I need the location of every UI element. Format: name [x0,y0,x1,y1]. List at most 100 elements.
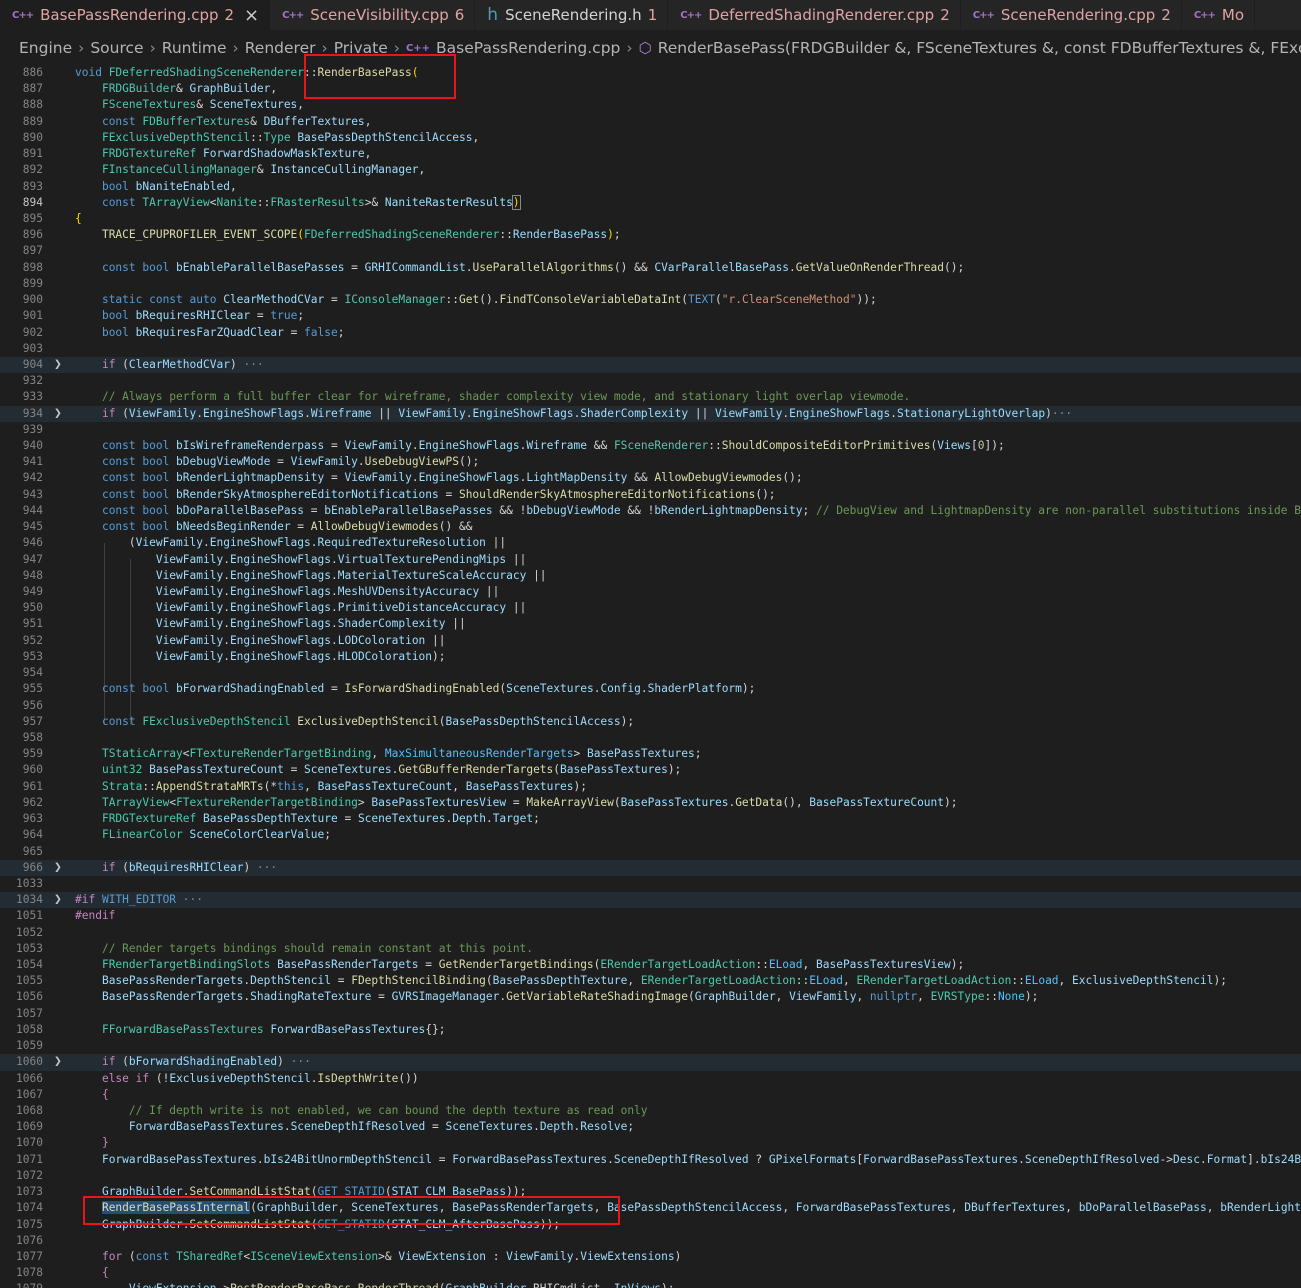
breadcrumb-file[interactable]: BasePassRendering.cpp [436,39,620,57]
fold-chevron-icon[interactable]: ❯ [54,357,62,373]
code-line[interactable]: 890 FExclusiveDepthStencil::Type BasePas… [0,130,1301,146]
breadcrumb-item-engine[interactable]: Engine [19,39,72,57]
code-line[interactable]: 940 const bool bIsWireframeRenderpass = … [0,438,1301,454]
code-line[interactable]: 946 (ViewFamily.EngineShowFlags.Required… [0,535,1301,551]
code-line[interactable]: 1059 [0,1038,1301,1054]
code-line[interactable]: 951 ViewFamily.EngineShowFlags.ShaderCom… [0,616,1301,632]
code-line[interactable]: 1056 BasePassRenderTargets.ShadingRateTe… [0,989,1301,1005]
breadcrumb-item-private[interactable]: Private [334,39,388,57]
code-line[interactable]: 1071 ForwardBasePassTextures.bIs24BitUno… [0,1152,1301,1168]
code-line[interactable]: 889 const FDBufferTextures& DBufferTextu… [0,114,1301,130]
code-line[interactable]: 901 bool bRequiresRHIClear = true; [0,308,1301,324]
fold-chevron-icon[interactable]: ❯ [54,1054,62,1070]
code-line[interactable]: 1068 // If depth write is not enabled, w… [0,1103,1301,1119]
code-line[interactable]: 1072 [0,1168,1301,1184]
code-editor[interactable]: 886 void FDeferredShadingSceneRenderer::R… [0,65,1301,1288]
breadcrumb-item-runtime[interactable]: Runtime [162,39,227,57]
code-line[interactable]: 954 [0,665,1301,681]
folded-ellipsis[interactable]: ··· [176,893,203,906]
code-line[interactable]: 1074 RenderBasePassInternal(GraphBuilder… [0,1200,1301,1216]
code-line[interactable]: 934 ❯ if (ViewFamily.EngineShowFlags.Wire… [0,405,1301,422]
code-line[interactable]: 945 const bool bNeedsBeginRender = Allow… [0,519,1301,535]
code-line[interactable]: 893 bool bNaniteEnabled, [0,179,1301,195]
code-line[interactable]: 887 FRDGBuilder& GraphBuilder, [0,81,1301,97]
code-line[interactable]: 896 TRACE_CPUPROFILER_EVENT_SCOPE(FDefer… [0,227,1301,243]
code-line[interactable]: 1060 ❯ if (bForwardShadingEnabled) ··· [0,1054,1301,1071]
code-line[interactable]: 964 FLinearColor SceneColorClearValue; [0,827,1301,843]
code-line[interactable]: 1077 for (const TSharedRef<ISceneViewExt… [0,1249,1301,1265]
code-line[interactable]: 1033 [0,876,1301,892]
code-line[interactable]: 952 ViewFamily.EngineShowFlags.LODColora… [0,633,1301,649]
code-line[interactable]: 898 const bool bEnableParallelBasePasses… [0,260,1301,276]
breadcrumb-symbol[interactable]: RenderBasePass(FRDGBuilder &, FSceneText… [658,39,1301,57]
code-line[interactable]: 1034 ❯ #if WITH_EDITOR ··· [0,892,1301,909]
code-line[interactable]: 1078 { [0,1265,1301,1281]
code-line[interactable]: 1067 { [0,1087,1301,1103]
fold-chevron-icon[interactable]: ❯ [54,860,62,876]
folded-ellipsis[interactable]: ··· [237,358,263,371]
code-line[interactable]: 955 const bool bForwardShadingEnabled = … [0,681,1301,697]
code-line[interactable]: 958 [0,730,1301,746]
code-line[interactable]: 1053 // Render targets bindings should r… [0,941,1301,957]
code-line[interactable]: 1076 [0,1233,1301,1249]
folded-ellipsis[interactable]: ··· [284,1055,311,1068]
code-line[interactable]: 1057 [0,1006,1301,1022]
code-line[interactable]: 932 [0,373,1301,389]
tab-scenevisibility-cpp[interactable]: C++ SceneVisibility.cpp 6 [270,0,476,30]
tab-scenerendering-h[interactable]: h SceneRendering.h 1 [475,0,669,30]
tab-mo[interactable]: C++ Mo [1182,0,1256,30]
tab-scenerendering-cpp[interactable]: C++ SceneRendering.cpp 2 [961,0,1182,30]
code-line[interactable]: 1069 ForwardBasePassTextures.SceneDepthI… [0,1119,1301,1135]
code-line[interactable]: 891 FRDGTextureRef ForwardShadowMaskText… [0,146,1301,162]
code-line[interactable]: 1051 #endif [0,908,1301,924]
code-line[interactable]: 947 ViewFamily.EngineShowFlags.VirtualTe… [0,552,1301,568]
code-line[interactable]: 1079 ViewExtension->PostRenderBasePass_R… [0,1281,1301,1288]
close-icon[interactable]: × [244,5,259,26]
folded-ellipsis[interactable]: ··· [1052,407,1072,420]
code-line[interactable]: 892 FInstanceCullingManager& InstanceCul… [0,162,1301,178]
code-line[interactable]: 895 { [0,211,1301,227]
code-line[interactable]: 1075 GraphBuilder.SetCommandListStat(GET… [0,1217,1301,1233]
code-line[interactable]: 897 [0,243,1301,259]
code-line[interactable]: 965 [0,844,1301,860]
code-line[interactable]: 950 ViewFamily.EngineShowFlags.Primitive… [0,600,1301,616]
code-line[interactable]: 903 [0,341,1301,357]
code-line[interactable]: 960 uint32 BasePassTextureCount = SceneT… [0,762,1301,778]
breadcrumb-item-source[interactable]: Source [90,39,143,57]
code-line[interactable]: 944 const bool bDoParallelBasePass = bEn… [0,503,1301,519]
code-line[interactable]: 949 ViewFamily.EngineShowFlags.MeshUVDen… [0,584,1301,600]
code-line[interactable]: 900 static const auto ClearMethodCVar = … [0,292,1301,308]
code-line[interactable]: 888 FSceneTextures& SceneTextures, [0,97,1301,113]
code-line[interactable]: 957 const FExclusiveDepthStencil Exclusi… [0,714,1301,730]
code-line[interactable]: 1052 [0,925,1301,941]
code-line[interactable]: 1070 } [0,1135,1301,1151]
code-line[interactable]: 956 [0,698,1301,714]
code-line[interactable]: 1055 BasePassRenderTargets.DepthStencil … [0,973,1301,989]
code-line[interactable]: 942 const bool bRenderLightmapDensity = … [0,470,1301,486]
code-line[interactable]: 902 bool bRequiresFarZQuadClear = false; [0,325,1301,341]
code-line[interactable]: 963 FRDGTextureRef BasePassDepthTexture … [0,811,1301,827]
tab-deferredshadingrenderer-cpp[interactable]: C++ DeferredShadingRenderer.cpp 2 [668,0,961,30]
code-line[interactable]: 966 ❯ if (bRequiresRHIClear) ··· [0,859,1301,876]
code-line[interactable]: 943 const bool bRenderSkyAtmosphereEdito… [0,487,1301,503]
tab-basepassrendering-cpp[interactable]: C++ BasePassRendering.cpp 2 × [0,0,271,30]
code-line[interactable]: 961 Strata::AppendStrataMRTs(*this, Base… [0,779,1301,795]
code-line[interactable]: 1073 GraphBuilder.SetCommandListStat(GET… [0,1184,1301,1200]
code-line[interactable]: 962 TArrayView<FTextureRenderTargetBindi… [0,795,1301,811]
code-line[interactable]: 948 ViewFamily.EngineShowFlags.MaterialT… [0,568,1301,584]
folded-ellipsis[interactable]: ··· [250,861,277,874]
code-line[interactable]: 1054 FRenderTargetBindingSlots BasePassR… [0,957,1301,973]
code-line[interactable]: 939 [0,422,1301,438]
code-line[interactable]: 941 const bool bDebugViewMode = ViewFami… [0,454,1301,470]
code-line[interactable]: 894 const TArrayView<Nanite::FRasterResu… [0,194,1301,211]
code-line[interactable]: 904 ❯ if (ClearMethodCVar) ··· [0,356,1301,374]
code-line[interactable]: 1058 FForwardBasePassTextures ForwardBas… [0,1022,1301,1038]
code-line[interactable]: 899 [0,276,1301,292]
code-line[interactable]: 1066 else if (!ExclusiveDepthStencil.IsD… [0,1071,1301,1087]
fold-chevron-icon[interactable]: ❯ [54,406,62,422]
code-line[interactable]: 953 ViewFamily.EngineShowFlags.HLODColor… [0,649,1301,665]
code-line[interactable]: 933 // Always perform a full buffer clea… [0,389,1301,405]
fold-chevron-icon[interactable]: ❯ [54,892,62,908]
code-line[interactable]: 886 void FDeferredShadingSceneRenderer::R… [0,65,1301,81]
breadcrumb-item-renderer[interactable]: Renderer [245,39,316,57]
